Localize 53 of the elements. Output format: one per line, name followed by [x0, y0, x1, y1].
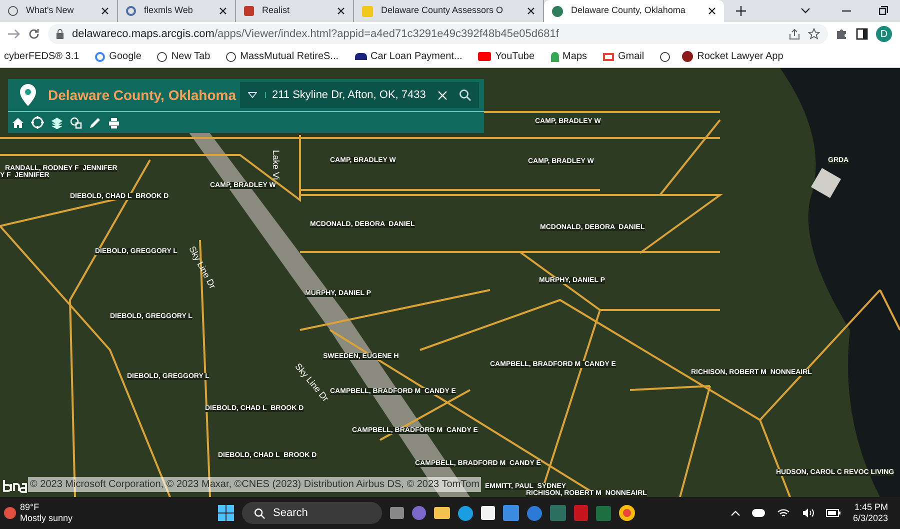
forward-icon[interactable] [8, 29, 20, 39]
weather-condition: Mostly sunny [20, 513, 73, 524]
address-bar[interactable]: delawareco.maps.arcgis.com/apps/Viewer/index.html?appid=a4ed71c3291e49c392f48b45e05d681f [48, 24, 828, 44]
close-icon[interactable] [219, 7, 227, 15]
clock-date[interactable]: 6/3/2023 [852, 513, 888, 524]
bookmark[interactable]: Google [95, 49, 142, 64]
clear-icon[interactable] [438, 90, 447, 100]
share-icon[interactable] [789, 28, 800, 40]
print-icon[interactable] [108, 116, 120, 128]
windows-start-icon[interactable] [218, 505, 234, 521]
app-title: Delaware County, Oklahoma [48, 86, 236, 105]
clock-time[interactable]: 1:45 PM [854, 502, 888, 513]
dropdown-icon[interactable] [248, 92, 257, 98]
browser-tab[interactable]: Delaware County, Oklahoma [544, 0, 724, 22]
pencil-icon[interactable] [89, 116, 101, 128]
search-icon[interactable] [459, 89, 471, 101]
side-panel-icon[interactable] [856, 28, 868, 40]
bookmark[interactable]: New Tab [157, 49, 210, 64]
battery-icon[interactable] [826, 509, 841, 517]
taskbar-search[interactable]: Search [242, 502, 382, 524]
street-label: Lake Vi [271, 150, 280, 180]
new-tab-icon[interactable] [736, 6, 746, 16]
bookmark[interactable]: Car Loan Payment... [354, 49, 462, 64]
minimize-icon[interactable] [842, 10, 851, 12]
layers-icon[interactable] [51, 116, 63, 128]
temperature: 89°F [20, 502, 40, 513]
bookmark[interactable]: Gmail [603, 49, 644, 64]
chevron-down-icon[interactable] [801, 8, 810, 14]
restore-icon[interactable] [879, 6, 888, 15]
bookmark[interactable]: Rocket Lawyer App [682, 49, 784, 64]
legend-icon[interactable] [70, 116, 82, 128]
bookmark[interactable]: cyberFEDS® 3.1 [4, 49, 80, 64]
search-icon [254, 508, 265, 518]
close-icon[interactable] [527, 7, 535, 15]
profile-avatar[interactable]: D [876, 26, 892, 42]
street-label: Sky Line Dr [187, 245, 217, 290]
reload-icon[interactable] [28, 28, 40, 40]
close-icon[interactable] [101, 7, 109, 15]
close-icon[interactable] [337, 7, 345, 15]
location-pin-icon [20, 84, 36, 106]
lock-icon [56, 29, 64, 39]
url-text: delawareco.maps.arcgis.com/apps/Viewer/index.html?appid=a4ed71c3291e49c392f48b45e05d681f [72, 26, 559, 42]
chevron-up-icon[interactable] [730, 510, 740, 516]
close-icon[interactable] [708, 7, 716, 15]
crosshair-icon[interactable] [31, 116, 44, 129]
bookmark-star-icon[interactable] [808, 28, 820, 40]
speaker-icon[interactable] [802, 508, 814, 518]
bookmark[interactable]: YouTube [478, 49, 535, 64]
bookmark[interactable]: Maps [550, 49, 587, 64]
home-icon[interactable] [12, 116, 24, 128]
puzzle-icon[interactable] [836, 28, 848, 40]
bookmark[interactable]: MassMutual RetireS... [226, 49, 339, 64]
wifi-icon[interactable] [776, 508, 790, 518]
